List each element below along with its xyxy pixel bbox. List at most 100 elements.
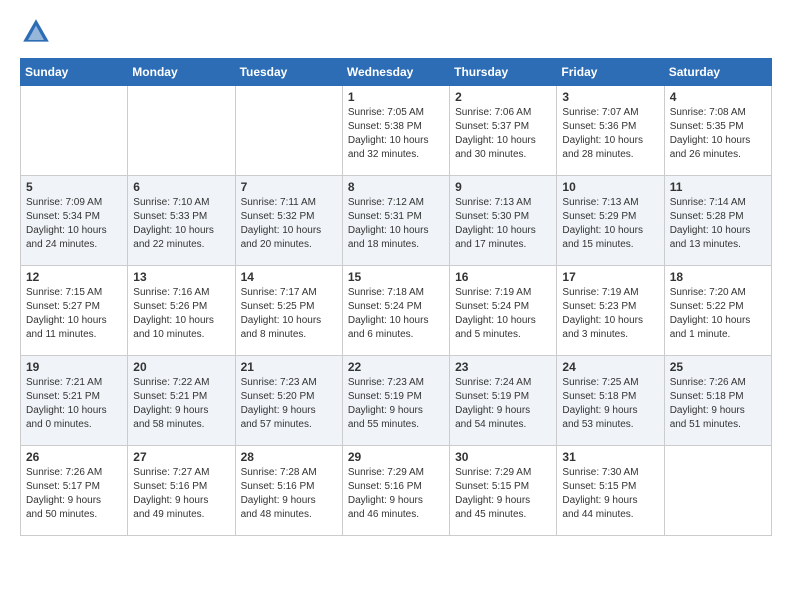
day-info: Sunrise: 7:19 AM Sunset: 5:24 PM Dayligh… [455,286,551,342]
calendar-cell [235,86,342,176]
day-info: Sunrise: 7:21 AM Sunset: 5:21 PM Dayligh… [26,376,122,432]
day-info: Sunrise: 7:28 AM Sunset: 5:16 PM Dayligh… [241,466,337,522]
day-number: 31 [562,450,658,464]
calendar-cell: 31 Sunrise: 7:30 AM Sunset: 5:15 PM Dayli… [557,446,664,536]
calendar-cell: 9 Sunrise: 7:13 AM Sunset: 5:30 PM Daylig… [450,176,557,266]
day-number: 10 [562,180,658,194]
weekday-header-tuesday: Tuesday [235,59,342,86]
day-number: 1 [348,90,444,104]
day-number: 9 [455,180,551,194]
week-row-3: 12 Sunrise: 7:15 AM Sunset: 5:27 PM Dayli… [21,266,772,356]
day-number: 28 [241,450,337,464]
calendar-cell: 30 Sunrise: 7:29 AM Sunset: 5:15 PM Dayli… [450,446,557,536]
page: SundayMondayTuesdayWednesdayThursdayFrid… [0,0,792,556]
day-number: 6 [133,180,229,194]
day-number: 7 [241,180,337,194]
calendar-cell: 29 Sunrise: 7:29 AM Sunset: 5:16 PM Dayli… [342,446,449,536]
day-info: Sunrise: 7:15 AM Sunset: 5:27 PM Dayligh… [26,286,122,342]
week-row-2: 5 Sunrise: 7:09 AM Sunset: 5:34 PM Daylig… [21,176,772,266]
day-info: Sunrise: 7:07 AM Sunset: 5:36 PM Dayligh… [562,106,658,162]
day-info: Sunrise: 7:08 AM Sunset: 5:35 PM Dayligh… [670,106,766,162]
calendar-cell: 17 Sunrise: 7:19 AM Sunset: 5:23 PM Dayli… [557,266,664,356]
day-info: Sunrise: 7:12 AM Sunset: 5:31 PM Dayligh… [348,196,444,252]
calendar-cell [128,86,235,176]
calendar-cell: 5 Sunrise: 7:09 AM Sunset: 5:34 PM Daylig… [21,176,128,266]
calendar-cell: 28 Sunrise: 7:28 AM Sunset: 5:16 PM Dayli… [235,446,342,536]
calendar-cell: 14Sunrise: 7:17 AM Sunset: 5:25 PM Dayli… [235,266,342,356]
day-info: Sunrise: 7:19 AM Sunset: 5:23 PM Dayligh… [562,286,658,342]
day-number: 23 [455,360,551,374]
calendar-cell: 13Sunrise: 7:16 AM Sunset: 5:26 PM Dayli… [128,266,235,356]
header [20,16,772,48]
day-info: Sunrise: 7:20 AM Sunset: 5:22 PM Dayligh… [670,286,766,342]
calendar-cell: 7Sunrise: 7:11 AM Sunset: 5:32 PM Daylig… [235,176,342,266]
weekday-header-monday: Monday [128,59,235,86]
day-number: 11 [670,180,766,194]
day-number: 22 [348,360,444,374]
day-number: 17 [562,270,658,284]
calendar-cell: 27 Sunrise: 7:27 AM Sunset: 5:16 PM Dayli… [128,446,235,536]
calendar-cell: 16 Sunrise: 7:19 AM Sunset: 5:24 PM Dayli… [450,266,557,356]
day-info: Sunrise: 7:29 AM Sunset: 5:16 PM Dayligh… [348,466,444,522]
header-row: SundayMondayTuesdayWednesdayThursdayFrid… [21,59,772,86]
calendar-cell: 1 Sunrise: 7:05 AM Sunset: 5:38 PM Daylig… [342,86,449,176]
day-number: 12 [26,270,122,284]
day-info: Sunrise: 7:23 AM Sunset: 5:19 PM Dayligh… [348,376,444,432]
calendar-cell: 24 Sunrise: 7:25 AM Sunset: 5:18 PM Dayli… [557,356,664,446]
day-info: Sunrise: 7:09 AM Sunset: 5:34 PM Dayligh… [26,196,122,252]
calendar-cell: 26 Sunrise: 7:26 AM Sunset: 5:17 PM Dayli… [21,446,128,536]
calendar-cell: 22 Sunrise: 7:23 AM Sunset: 5:19 PM Dayli… [342,356,449,446]
day-number: 19 [26,360,122,374]
day-number: 16 [455,270,551,284]
day-number: 15 [348,270,444,284]
calendar-cell: 18 Sunrise: 7:20 AM Sunset: 5:22 PM Dayli… [664,266,771,356]
day-info: Sunrise: 7:14 AM Sunset: 5:28 PM Dayligh… [670,196,766,252]
calendar-cell [664,446,771,536]
day-info: Sunrise: 7:29 AM Sunset: 5:15 PM Dayligh… [455,466,551,522]
logo-icon [20,16,52,48]
day-number: 5 [26,180,122,194]
day-number: 21 [241,360,337,374]
day-info: Sunrise: 7:13 AM Sunset: 5:29 PM Dayligh… [562,196,658,252]
calendar-cell [21,86,128,176]
day-number: 24 [562,360,658,374]
day-number: 13 [133,270,229,284]
day-number: 18 [670,270,766,284]
day-info: Sunrise: 7:23 AM Sunset: 5:20 PM Dayligh… [241,376,337,432]
day-number: 20 [133,360,229,374]
week-row-5: 26 Sunrise: 7:26 AM Sunset: 5:17 PM Dayli… [21,446,772,536]
day-number: 30 [455,450,551,464]
day-number: 29 [348,450,444,464]
day-info: Sunrise: 7:27 AM Sunset: 5:16 PM Dayligh… [133,466,229,522]
calendar-cell: 25Sunrise: 7:26 AM Sunset: 5:18 PM Dayli… [664,356,771,446]
day-info: Sunrise: 7:25 AM Sunset: 5:18 PM Dayligh… [562,376,658,432]
calendar-cell: 10 Sunrise: 7:13 AM Sunset: 5:29 PM Dayli… [557,176,664,266]
day-number: 3 [562,90,658,104]
day-number: 26 [26,450,122,464]
day-number: 8 [348,180,444,194]
day-info: Sunrise: 7:06 AM Sunset: 5:37 PM Dayligh… [455,106,551,162]
weekday-header-wednesday: Wednesday [342,59,449,86]
calendar-cell: 20 Sunrise: 7:22 AM Sunset: 5:21 PM Dayli… [128,356,235,446]
day-info: Sunrise: 7:05 AM Sunset: 5:38 PM Dayligh… [348,106,444,162]
day-number: 27 [133,450,229,464]
calendar-cell: 8 Sunrise: 7:12 AM Sunset: 5:31 PM Daylig… [342,176,449,266]
logo [20,16,56,48]
calendar-table: SundayMondayTuesdayWednesdayThursdayFrid… [20,58,772,536]
day-number: 4 [670,90,766,104]
day-info: Sunrise: 7:30 AM Sunset: 5:15 PM Dayligh… [562,466,658,522]
weekday-header-thursday: Thursday [450,59,557,86]
day-info: Sunrise: 7:26 AM Sunset: 5:17 PM Dayligh… [26,466,122,522]
day-info: Sunrise: 7:22 AM Sunset: 5:21 PM Dayligh… [133,376,229,432]
day-info: Sunrise: 7:13 AM Sunset: 5:30 PM Dayligh… [455,196,551,252]
calendar-cell: 19 Sunrise: 7:21 AM Sunset: 5:21 PM Dayli… [21,356,128,446]
weekday-header-saturday: Saturday [664,59,771,86]
calendar-cell: 4 Sunrise: 7:08 AM Sunset: 5:35 PM Daylig… [664,86,771,176]
calendar-cell: 12 Sunrise: 7:15 AM Sunset: 5:27 PM Dayli… [21,266,128,356]
day-info: Sunrise: 7:10 AM Sunset: 5:33 PM Dayligh… [133,196,229,252]
calendar-cell: 23Sunrise: 7:24 AM Sunset: 5:19 PM Dayli… [450,356,557,446]
weekday-header-sunday: Sunday [21,59,128,86]
calendar-cell: 15 Sunrise: 7:18 AM Sunset: 5:24 PM Dayli… [342,266,449,356]
day-info: Sunrise: 7:18 AM Sunset: 5:24 PM Dayligh… [348,286,444,342]
day-number: 25 [670,360,766,374]
